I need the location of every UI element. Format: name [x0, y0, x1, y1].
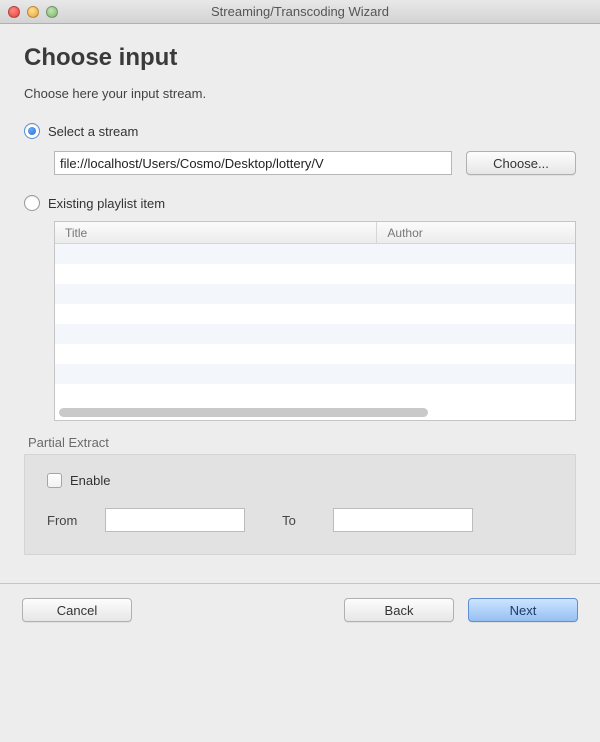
page-subtitle: Choose here your input stream. [24, 86, 576, 101]
titlebar: Streaming/Transcoding Wizard [0, 0, 600, 24]
playlist-table-body [55, 244, 575, 408]
next-button[interactable]: Next [468, 598, 578, 622]
table-row [55, 384, 575, 404]
to-label: To [259, 513, 319, 528]
enable-checkbox[interactable] [47, 473, 62, 488]
radio-existing-playlist-label: Existing playlist item [48, 196, 165, 211]
to-input[interactable] [333, 508, 473, 532]
back-button[interactable]: Back [344, 598, 454, 622]
table-row [55, 264, 575, 284]
from-input[interactable] [105, 508, 245, 532]
choose-button[interactable]: Choose... [466, 151, 576, 175]
zoom-icon[interactable] [46, 6, 58, 18]
playlist-table-header: Title Author [55, 222, 575, 244]
table-row [55, 284, 575, 304]
range-row: From To [47, 508, 553, 532]
horizontal-scrollbar[interactable] [59, 408, 571, 417]
table-row [55, 324, 575, 344]
cancel-button[interactable]: Cancel [22, 598, 132, 622]
stream-input-row: file://localhost/Users/Cosmo/Desktop/lot… [54, 151, 576, 175]
option-existing-playlist[interactable]: Existing playlist item [24, 195, 576, 211]
stream-url-input[interactable]: file://localhost/Users/Cosmo/Desktop/lot… [54, 151, 452, 175]
content-area: Choose input Choose here your input stre… [0, 24, 600, 565]
page-title: Choose input [24, 44, 576, 72]
table-row [55, 244, 575, 264]
table-row [55, 364, 575, 384]
partial-extract-panel: Enable From To [24, 454, 576, 555]
scrollbar-thumb[interactable] [59, 408, 428, 417]
playlist-table[interactable]: Title Author [54, 221, 576, 421]
window-title: Streaming/Transcoding Wizard [0, 4, 600, 19]
minimize-icon[interactable] [27, 6, 39, 18]
enable-row[interactable]: Enable [47, 473, 553, 488]
footer: Cancel Back Next [0, 584, 600, 638]
radio-select-stream-label: Select a stream [48, 124, 138, 139]
enable-label: Enable [70, 473, 110, 488]
table-row [55, 344, 575, 364]
radio-existing-playlist[interactable] [24, 195, 40, 211]
close-icon[interactable] [8, 6, 20, 18]
partial-extract-label: Partial Extract [28, 435, 576, 450]
table-row [55, 304, 575, 324]
column-title[interactable]: Title [55, 222, 377, 243]
option-select-stream[interactable]: Select a stream [24, 123, 576, 139]
column-author[interactable]: Author [377, 222, 575, 243]
from-label: From [47, 513, 91, 528]
window-controls [8, 6, 58, 18]
radio-select-stream[interactable] [24, 123, 40, 139]
